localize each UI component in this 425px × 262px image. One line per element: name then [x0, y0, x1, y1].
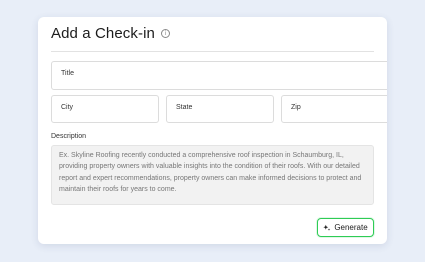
- state-field-label: State: [176, 104, 193, 111]
- description-textarea[interactable]: Ex. Skyline Roofing recently conducted a…: [51, 145, 374, 205]
- city-field-label: City: [61, 104, 74, 111]
- add-checkin-card: Add a Check-in i Title City State Zip De…: [38, 17, 387, 244]
- title-field-label: Title: [61, 70, 74, 77]
- zip-field-label: Zip: [291, 104, 301, 111]
- sparkle-icon: [323, 224, 331, 231]
- description-label: Description: [51, 133, 87, 140]
- generate-button[interactable]: Generate: [317, 218, 374, 237]
- page-title: Add a Check-in: [51, 25, 155, 42]
- zip-field[interactable]: Zip: [281, 95, 387, 123]
- state-field[interactable]: State: [166, 95, 274, 123]
- card-header: Add a Check-in i: [51, 25, 170, 42]
- city-field[interactable]: City: [51, 95, 159, 123]
- generate-button-label: Generate: [334, 223, 368, 232]
- title-field[interactable]: Title: [51, 61, 387, 90]
- header-divider: [51, 51, 374, 52]
- info-icon[interactable]: i: [160, 29, 170, 38]
- description-placeholder: Ex. Skyline Roofing recently conducted a…: [59, 152, 362, 194]
